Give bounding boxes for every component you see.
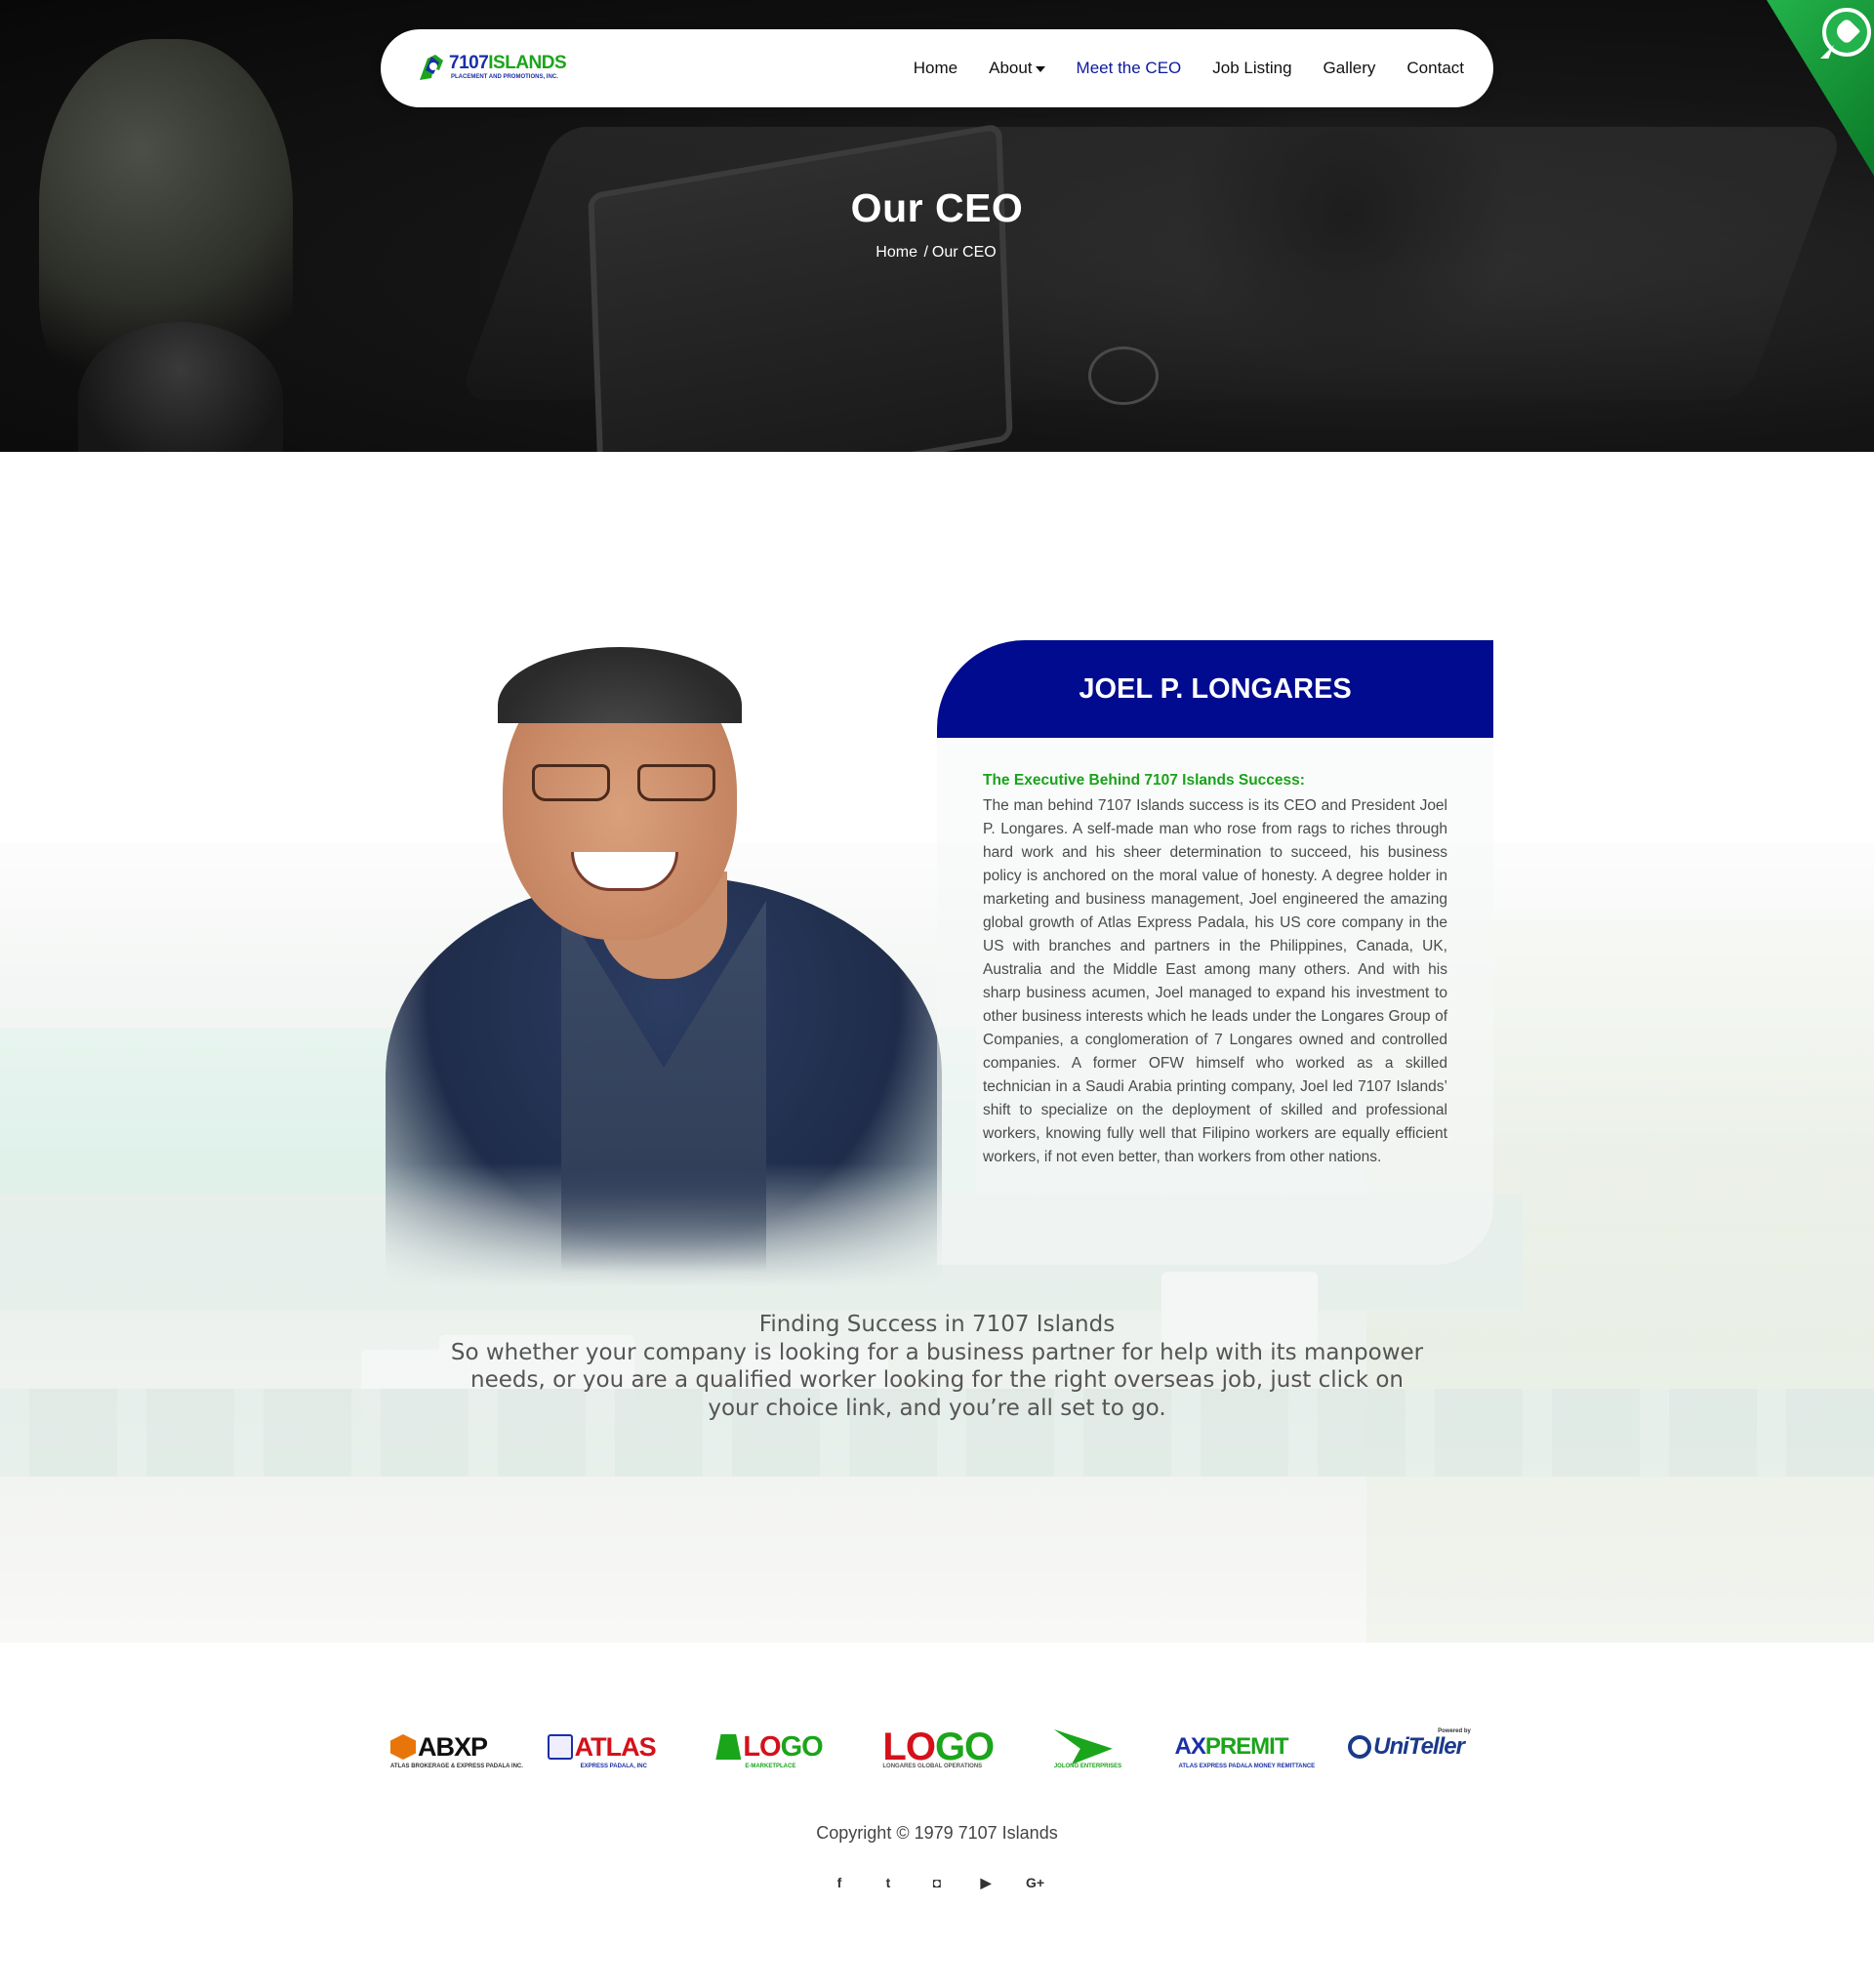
uniteller-icon [1348,1735,1372,1759]
cta-title: Finding Success in 7107 Islands [758,1312,1116,1337]
partner-sub: E-MARKETPLACE [745,1764,796,1769]
whatsapp-icon [1822,8,1871,57]
partner-sub: Powered by [1438,1728,1471,1734]
whatsapp-button[interactable] [1767,0,1874,176]
partner-logo-global-operations[interactable]: LOGO LONGARES GLOBAL OPERATIONS [882,1723,995,1771]
page: Our CEO Home / Our CEO 7107ISLANDS PLACEM… [0,0,1874,1988]
partner-name: LOGO [743,1730,823,1763]
nav-gallery[interactable]: Gallery [1324,59,1376,78]
partner-abxp-logo[interactable]: ABXP ATLAS BROKERAGE & EXPRESS PADALA IN… [390,1723,523,1771]
partner-jolong-logo[interactable]: JOLONG ENTERPRISES [1053,1723,1121,1771]
brand-name: 7107ISLANDS [449,53,567,73]
partner-atlas-logo[interactable]: ATLAS EXPRESS PADALA, INC [547,1723,657,1771]
cta-block: Finding Success in 7107 Islands So wheth… [0,1311,1874,1422]
brand-logo-icon [420,55,443,80]
ceo-name-card: JOEL P. LONGARES [937,640,1493,738]
partner-sub: ATLAS BROKERAGE & EXPRESS PADALA INC. [390,1764,523,1769]
cta-body: So whether your company is looking for a… [450,1339,1424,1421]
twitter-icon[interactable]: t [879,1874,897,1891]
partner-sub: JOLONG ENTERPRISES [1053,1764,1122,1769]
ceo-section: JOEL P. LONGARES The Executive Behind 71… [0,452,1874,1643]
nav-about[interactable]: About [989,59,1045,78]
partner-sub: LONGARES GLOBAL OPERATIONS [882,1764,983,1769]
page-title: Our CEO [850,185,1024,230]
youtube-icon[interactable]: ▶ [977,1874,995,1891]
caret-down-icon [1035,65,1045,72]
shopping-bag-icon [715,1734,742,1760]
breadcrumb: Home / Our CEO [0,244,1874,262]
nav-meet-the-ceo[interactable]: Meet the CEO [1077,59,1182,78]
navbar: 7107ISLANDS PLACEMENT AND PROMOTIONS, IN… [381,29,1493,107]
abxp-icon [390,1734,416,1760]
partner-sub: EXPRESS PADALA, INC [580,1764,647,1769]
partner-name: AXPREMIT [1174,1733,1288,1760]
bio-text: The man behind 7107 Islands success is i… [983,797,1447,1165]
hero-cup-image [1088,346,1159,405]
brand-logo[interactable]: 7107ISLANDS PLACEMENT AND PROMOTIONS, IN… [414,51,570,86]
nav-home[interactable]: Home [914,59,957,78]
partner-uniteller-logo[interactable]: UniTeller Powered by [1348,1723,1471,1771]
main-menu: Home About Meet the CEO Job Listing Gall… [914,29,1464,107]
partner-logos: ABXP ATLAS BROKERAGE & EXPRESS PADALA IN… [390,1718,1471,1776]
partner-name: ATLAS [574,1731,657,1762]
nav-job-listing[interactable]: Job Listing [1212,59,1291,78]
social-links: f t ◘ ▶ G+ [0,1874,1874,1891]
nav-about-label: About [989,59,1033,77]
arrow-logo-icon [1053,1729,1113,1765]
breadcrumb-home-link[interactable]: Home [876,244,917,261]
bio-heading: The Executive Behind 7107 Islands Succes… [983,772,1305,789]
copyright-text: Copyright © 1979 7107 Islands [816,1823,1058,1843]
partner-axpremit-logo[interactable]: AXPREMIT ATLAS EXPRESS PADALA MONEY REMI… [1174,1723,1315,1771]
google-plus-icon[interactable]: G+ [1026,1874,1044,1891]
partner-sub: ATLAS EXPRESS PADALA MONEY REMITTANCE [1178,1764,1316,1769]
partner-name: LOGO [882,1724,995,1768]
ceo-name: JOEL P. LONGARES [1079,673,1352,705]
breadcrumb-current: Our CEO [931,244,997,261]
partner-name: UniTeller [1373,1733,1465,1760]
partner-name: ABXP [418,1731,488,1762]
nav-contact[interactable]: Contact [1406,59,1464,78]
breadcrumb-separator: / [923,244,928,261]
brand-tagline: PLACEMENT AND PROMOTIONS, INC. [451,74,558,80]
facebook-icon[interactable]: f [831,1874,848,1891]
ceo-bio-card: The Executive Behind 7107 Islands Succes… [937,738,1493,1265]
ceo-glasses [532,764,717,803]
ceo-portrait [386,647,942,1286]
instagram-icon[interactable]: ◘ [928,1874,946,1891]
partner-logo-emarketplace[interactable]: LOGO E-MARKETPLACE [715,1723,824,1771]
atlas-icon [547,1734,573,1760]
